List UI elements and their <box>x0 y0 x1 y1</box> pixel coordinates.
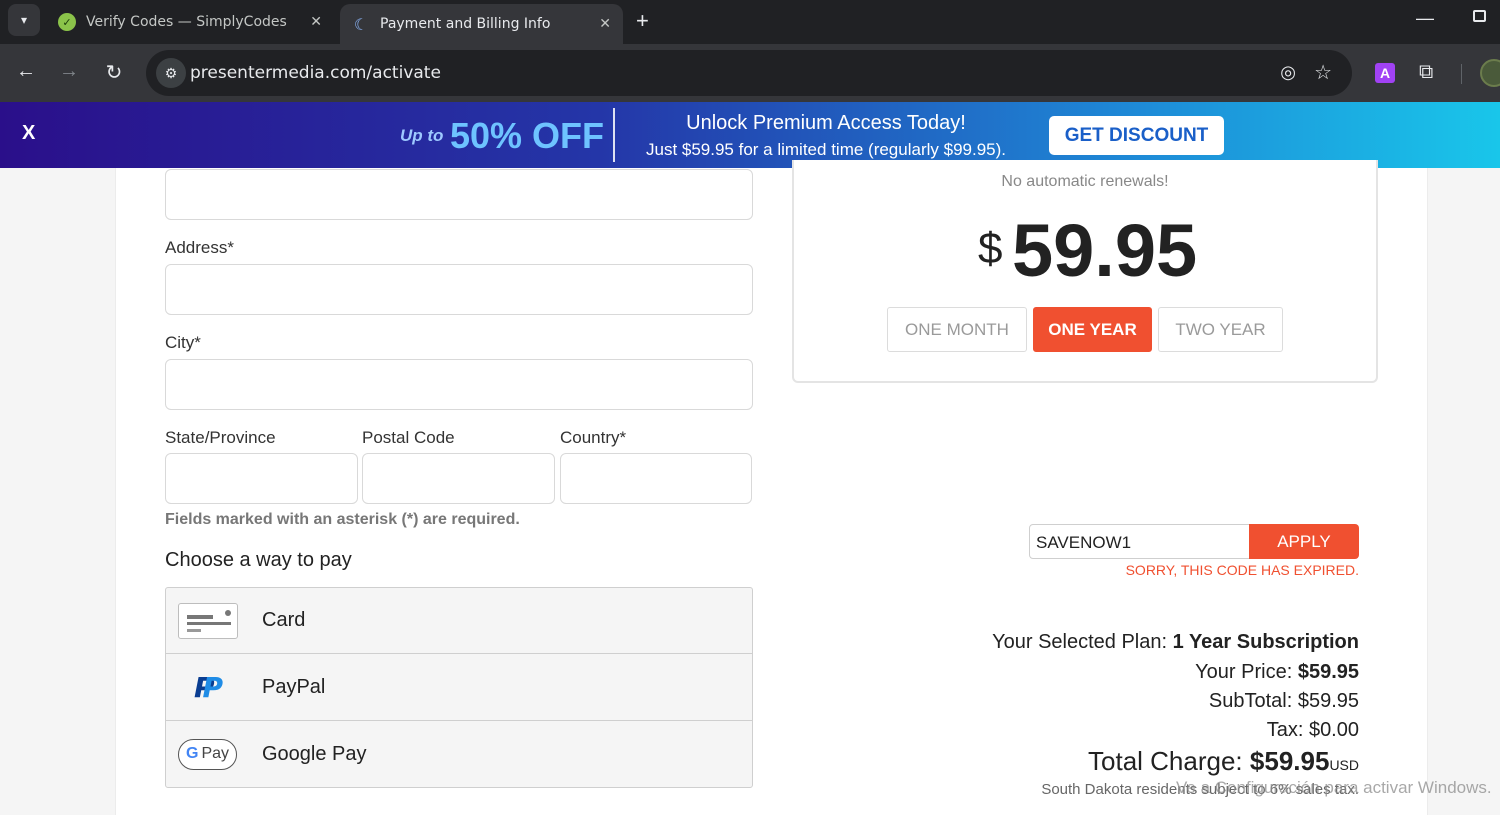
plan-one-year-button[interactable]: ONE YEAR <box>1033 307 1152 352</box>
address-bar[interactable]: ⚙ presentermedia.com/activate ◎ ☆ <box>146 50 1352 96</box>
summary-price-value: $59.95 <box>1297 661 1359 683</box>
postal-label: Postal Code <box>362 428 455 447</box>
eye-off-icon[interactable]: ◎ <box>1280 62 1296 83</box>
country-label: Country* <box>560 428 627 447</box>
address-label: Address* <box>165 238 234 257</box>
tab-title: Payment and Billing Info <box>380 16 551 32</box>
promo-banner: X Up to 50% OFF Unlock Premium Access To… <box>0 102 1500 168</box>
paypal-icon: PP <box>194 671 224 704</box>
name-field[interactable] <box>165 169 753 220</box>
promo-discount: 50% OFF <box>450 115 605 156</box>
payment-label: Card <box>262 609 306 631</box>
tab-verify-codes[interactable]: ✓ Verify Codes — SimplyCodes ✕ <box>46 4 334 40</box>
get-discount-button[interactable]: GET DISCOUNT <box>1049 116 1224 155</box>
address-field[interactable] <box>165 264 753 315</box>
check-icon: ✓ <box>58 13 76 31</box>
state-label: State/Province <box>165 428 276 447</box>
new-tab-button[interactable]: + <box>636 8 649 34</box>
total-label: Total Charge: <box>1088 746 1243 776</box>
promo-upto: Up to <box>400 126 444 145</box>
country-field[interactable] <box>560 453 752 504</box>
restore-icon[interactable] <box>1473 10 1486 22</box>
google-pay-icon: G Pay <box>178 738 237 770</box>
state-field[interactable] <box>165 453 358 504</box>
windows-activation-watermark: Ve a Configuración para activar Windows. <box>1176 778 1492 797</box>
price-value: 59.95 <box>1012 209 1198 292</box>
required-note: Fields marked with an asterisk (*) are r… <box>165 511 520 528</box>
summary-plan-label: Your Selected Plan: <box>992 631 1168 653</box>
price-currency: $ <box>978 224 1003 273</box>
plan-two-year-button[interactable]: TWO YEAR <box>1158 307 1283 352</box>
summary-plan: Your Selected Plan: 1 Year Subscription <box>900 631 1359 654</box>
profile-avatar[interactable] <box>1480 59 1500 87</box>
credit-card-icon <box>178 602 238 639</box>
star-icon[interactable]: ☆ <box>1314 60 1332 85</box>
summary-tax: Tax: $0.00 <box>1266 719 1359 741</box>
coupon-error: SORRY, THIS CODE HAS EXPIRED. <box>1125 562 1359 578</box>
coupon-input[interactable]: SAVENOW1 <box>1029 524 1251 559</box>
tab-title: Verify Codes — SimplyCodes <box>86 14 287 30</box>
total-value: $59.95 <box>1249 746 1330 776</box>
summary-total: Total Charge: $59.95USD <box>900 746 1359 777</box>
browser-toolbar: ← → ↻ ⚙ presentermedia.com/activate ◎ ☆ … <box>0 44 1500 102</box>
minimize-icon[interactable]: — <box>1416 8 1434 29</box>
reload-icon[interactable]: ↻ <box>102 60 126 85</box>
summary-price: Your Price: $59.95 <box>900 661 1359 684</box>
tab-payment-billing[interactable]: ☾ Payment and Billing Info ✕ <box>340 4 623 44</box>
payment-label: Google Pay <box>262 742 367 765</box>
payment-label: PayPal <box>262 676 326 698</box>
close-icon[interactable]: ✕ <box>310 14 322 30</box>
close-icon[interactable]: ✕ <box>599 16 611 32</box>
apply-button[interactable]: APPLY <box>1249 524 1359 559</box>
promo-headline: Unlock Premium Access Today! <box>686 112 966 134</box>
promo-subline: Just $59.95 for a limited time (regularl… <box>645 140 1006 159</box>
city-field[interactable] <box>165 359 753 410</box>
summary-price-label: Your Price: <box>1195 661 1293 683</box>
tab-search-button[interactable]: ▾ <box>8 4 40 36</box>
plan-one-month-button[interactable]: ONE MONTH <box>887 307 1027 352</box>
no-renewals-note: No automatic renewals! <box>1001 173 1169 190</box>
extensions-icon[interactable]: ⧉ <box>1419 61 1433 84</box>
site-settings-icon[interactable]: ⚙ <box>156 58 186 88</box>
extension-a-icon[interactable]: A <box>1375 63 1395 83</box>
total-currency: USD <box>1329 757 1359 773</box>
payment-card-option[interactable]: Card <box>166 588 752 654</box>
summary-plan-value: 1 Year Subscription <box>1172 631 1359 653</box>
forward-icon[interactable]: → <box>57 60 81 83</box>
promo-divider <box>613 108 615 162</box>
postal-code-field[interactable] <box>362 453 555 504</box>
browser-tab-bar: ▾ ✓ Verify Codes — SimplyCodes ✕ ☾ Payme… <box>0 0 1500 44</box>
payment-methods: Card PP PayPal G Pay Google Pay <box>165 587 753 788</box>
back-icon[interactable]: ← <box>14 60 38 83</box>
city-label: City* <box>165 333 201 352</box>
promo-close-button[interactable]: X <box>22 122 35 145</box>
payment-googlepay-option[interactable]: G Pay Google Pay <box>166 721 752 787</box>
presenter-icon: ☾ <box>353 14 369 34</box>
toolbar-divider <box>1461 64 1462 84</box>
choose-payment-title: Choose a way to pay <box>165 549 352 571</box>
url-text[interactable]: presentermedia.com/activate <box>190 63 441 83</box>
payment-paypal-option[interactable]: PP PayPal <box>166 655 752 721</box>
summary-subtotal: SubTotal: $59.95 <box>1208 690 1359 712</box>
